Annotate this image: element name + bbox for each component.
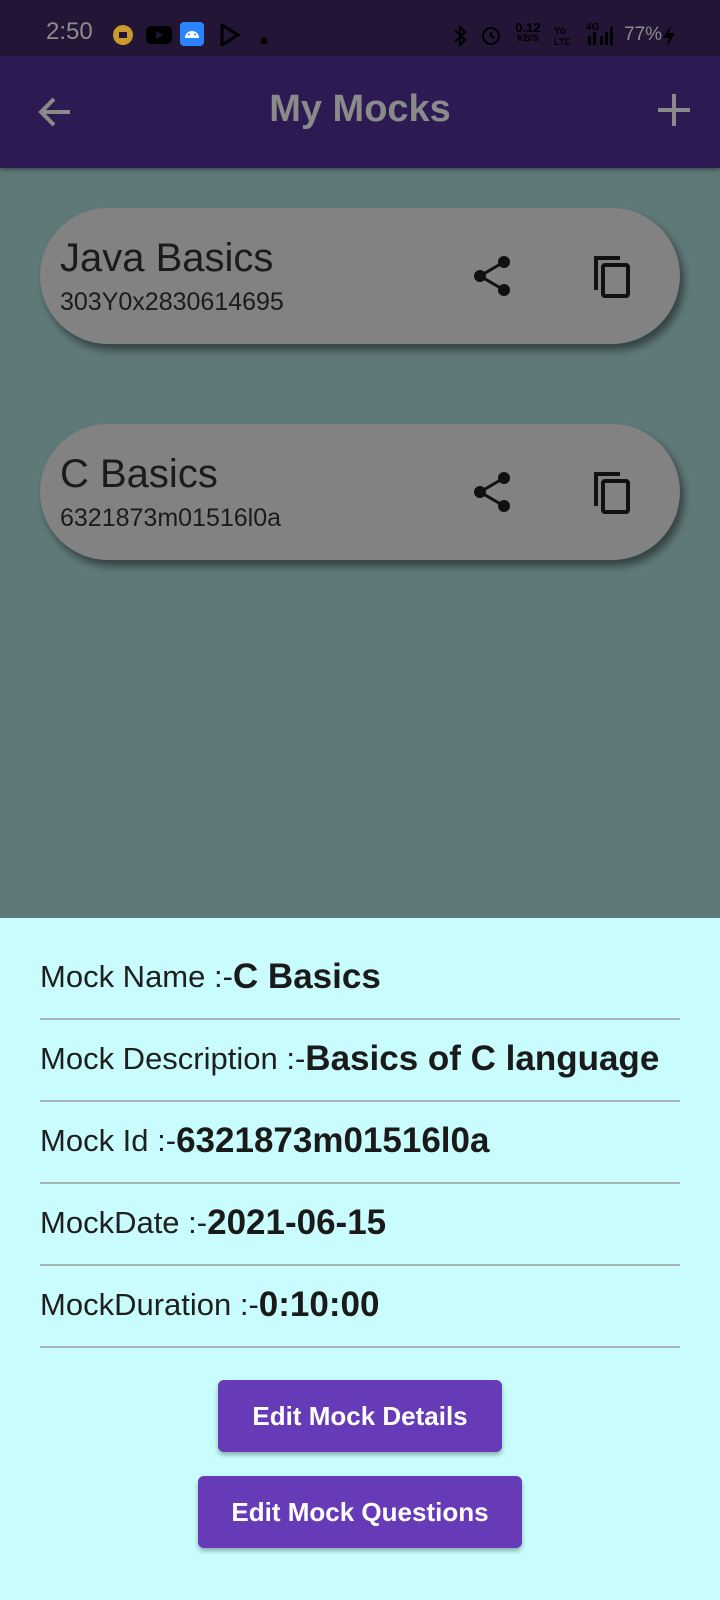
bluetooth-icon [452,24,468,53]
share-icon [474,256,510,296]
charging-icon [662,24,676,53]
copy-button[interactable] [588,252,636,300]
mock-card-name: C Basics [60,452,218,496]
detail-label: Mock Name :- [40,959,233,994]
svg-text:LTE: LTE [554,37,570,46]
battery-percent: 77% [624,24,663,45]
dot-icon [260,32,268,50]
mock-card[interactable]: C Basics 6321873m01516l0a [40,424,680,560]
mock-card-id: 303Y0x2830614695 [60,288,284,316]
detail-value: 2021-06-15 [207,1203,387,1242]
notification-app-icon [112,24,134,51]
detail-label: MockDate :- [40,1205,208,1240]
alarm-icon [480,24,502,51]
share-button[interactable] [468,252,516,300]
detail-row-description: Mock Description :- Basics of C language [40,1018,680,1102]
status-bar: 2:50 0.12 KB/S Yo LTE 4G 77% [0,0,720,56]
copy-icon [594,472,630,514]
android-icon [180,22,204,51]
mock-details-sheet: Mock Name :- C Basics Mock Description :… [0,918,720,1600]
detail-row-date: MockDate :- 2021-06-15 [40,1182,680,1266]
network-speed-value: 0.12 [515,20,541,35]
signal-icon: 4G [586,22,616,51]
edit-mock-details-button[interactable]: Edit Mock Details [218,1380,502,1452]
add-icon [658,94,690,126]
detail-label: Mock Id :- [40,1123,177,1158]
youtube-icon [146,26,172,49]
detail-value: C Basics [232,957,381,996]
detail-row-duration: MockDuration :- 0:10:00 [40,1264,680,1348]
detail-row-id: Mock Id :- 6321873m01516l0a [40,1100,680,1184]
copy-button[interactable] [588,468,636,516]
add-mock-button[interactable] [654,90,694,130]
mock-card-name: Java Basics [60,236,274,280]
detail-label: MockDuration :- [40,1287,259,1322]
share-button[interactable] [468,468,516,516]
status-time: 2:50 [46,18,93,45]
detail-label: Mock Description :- [40,1041,306,1076]
network-type: 4G [586,22,600,33]
detail-value: 6321873m01516l0a [176,1121,490,1160]
detail-value: 0:10:00 [258,1285,380,1324]
svg-text:Yo: Yo [554,26,566,37]
page-title: My Mocks [269,88,451,130]
app-bar: My Mocks [0,56,720,168]
mock-card-id: 6321873m01516l0a [60,504,282,532]
play-store-icon [220,22,241,51]
mock-card[interactable]: Java Basics 303Y0x2830614695 [40,208,680,344]
edit-mock-questions-button[interactable]: Edit Mock Questions [198,1476,522,1548]
network-speed: 0.12 KB/S [510,20,546,44]
detail-value: Basics of C language [305,1039,660,1078]
share-icon [474,472,510,512]
copy-icon [594,256,630,298]
detail-row-name: Mock Name :- C Basics [40,936,680,1020]
volte-icon: Yo LTE [554,24,572,51]
